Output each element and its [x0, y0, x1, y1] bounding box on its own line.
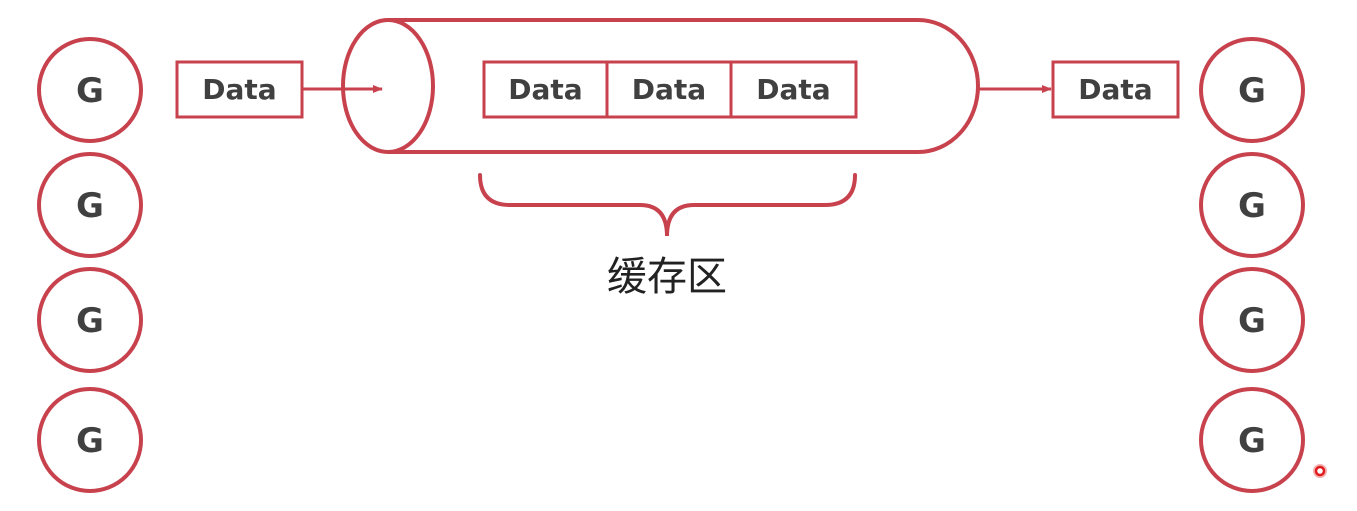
channel-opening — [341, 18, 435, 154]
buffer-item-label: Data — [508, 73, 582, 106]
diagram-canvas: G G G G Data Data Data Data Data G G G G… — [37, 18, 1327, 493]
right-goroutine-column: G G G G — [1199, 37, 1305, 493]
input-data-label: Data — [202, 73, 276, 106]
goroutine-label: G — [76, 186, 104, 226]
goroutine-label: G — [76, 301, 104, 341]
right-goroutine-node: G — [1199, 37, 1305, 143]
right-goroutine-node: G — [1199, 387, 1305, 493]
goroutine-label: G — [76, 71, 104, 111]
buffer-brace — [478, 173, 857, 237]
goroutine-label: G — [76, 421, 104, 461]
left-goroutine-node: G — [37, 267, 143, 373]
buffer-queue: Data Data Data — [482, 60, 858, 119]
input-data-box: Data — [175, 60, 304, 119]
goroutine-label: G — [1238, 71, 1266, 111]
output-data-box: Data — [1051, 60, 1180, 119]
right-goroutine-node: G — [1199, 267, 1305, 373]
left-goroutine-node: G — [37, 152, 143, 258]
right-goroutine-node: G — [1199, 152, 1305, 258]
buffer-item-label: Data — [632, 73, 706, 106]
output-data-label: Data — [1078, 73, 1152, 106]
buffer-item-label: Data — [756, 73, 830, 106]
left-goroutine-node: G — [37, 37, 143, 143]
buffer-label: 缓存区 — [607, 254, 727, 300]
goroutine-label: G — [1238, 301, 1266, 341]
pointer-dot — [1313, 464, 1327, 478]
goroutine-label: G — [1238, 421, 1266, 461]
left-goroutine-node: G — [37, 387, 143, 493]
goroutine-label: G — [1238, 186, 1266, 226]
left-goroutine-column: G G G G — [37, 37, 143, 493]
